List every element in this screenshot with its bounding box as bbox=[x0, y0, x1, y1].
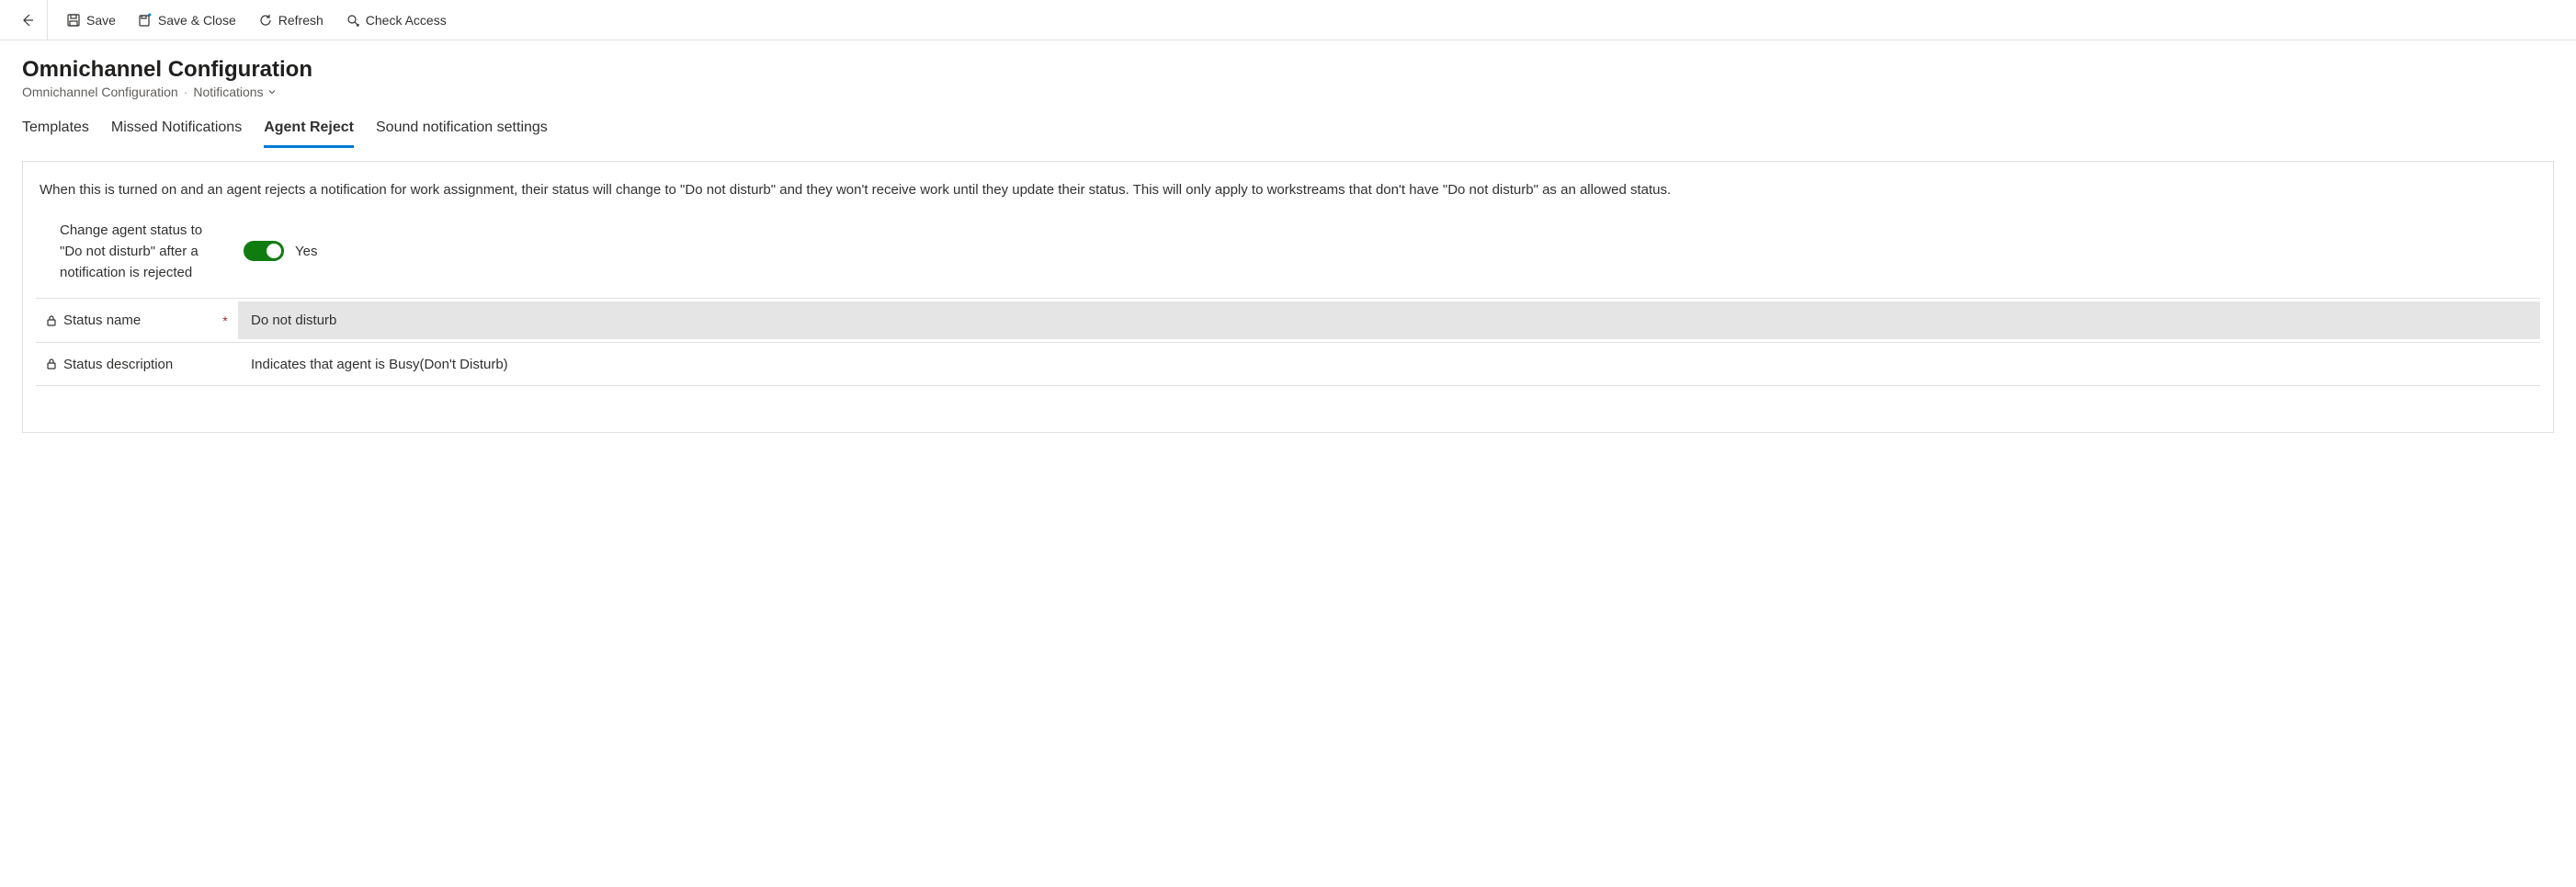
breadcrumb-entity: Omnichannel Configuration bbox=[22, 85, 178, 99]
breadcrumb-separator: · bbox=[184, 85, 188, 99]
tab-templates[interactable]: Templates bbox=[22, 119, 89, 148]
status-name-value: Do not disturb bbox=[238, 301, 2540, 339]
status-description-value: Indicates that agent is Busy(Don't Distu… bbox=[238, 346, 2540, 383]
lock-icon bbox=[45, 314, 58, 327]
back-button[interactable] bbox=[7, 0, 48, 40]
refresh-icon bbox=[258, 13, 273, 28]
refresh-button[interactable]: Refresh bbox=[247, 0, 335, 40]
tab-missed-notifications[interactable]: Missed Notifications bbox=[111, 119, 242, 148]
status-name-label: Status name bbox=[63, 313, 141, 328]
save-close-button[interactable]: Save & Close bbox=[127, 0, 247, 40]
required-indicator: * bbox=[220, 313, 231, 328]
save-label: Save bbox=[86, 13, 116, 28]
chevron-down-icon bbox=[267, 87, 277, 97]
status-description-label: Status description bbox=[63, 357, 173, 372]
breadcrumb-view-selector[interactable]: Notifications bbox=[193, 85, 276, 99]
toggle-value-text: Yes bbox=[295, 244, 317, 259]
check-access-icon bbox=[346, 13, 360, 28]
save-close-label: Save & Close bbox=[158, 13, 236, 28]
back-arrow-icon bbox=[20, 13, 35, 28]
content-panel: When this is turned on and an agent reje… bbox=[22, 161, 2554, 433]
field-table: Status name * Do not disturb Status desc… bbox=[36, 298, 2540, 386]
toggle-row: Change agent status to "Do not disturb" … bbox=[23, 214, 2553, 299]
tabs: Templates Missed Notifications Agent Rej… bbox=[0, 99, 2576, 148]
check-access-button[interactable]: Check Access bbox=[335, 0, 458, 40]
breadcrumb: Omnichannel Configuration · Notification… bbox=[22, 85, 2554, 99]
breadcrumb-view-label: Notifications bbox=[193, 85, 263, 99]
command-bar: Save Save & Close Refresh Check Access bbox=[0, 0, 2576, 40]
save-close-icon bbox=[138, 13, 153, 28]
page-title: Omnichannel Configuration bbox=[22, 57, 2554, 83]
toggle-label: Change agent status to "Do not disturb" … bbox=[60, 220, 207, 284]
lock-icon bbox=[45, 358, 58, 370]
dnd-toggle-switch[interactable] bbox=[244, 241, 284, 261]
page-header: Omnichannel Configuration Omnichannel Co… bbox=[0, 40, 2576, 99]
status-name-row: Status name * Do not disturb bbox=[36, 298, 2540, 342]
check-access-label: Check Access bbox=[366, 13, 447, 28]
tab-sound-settings[interactable]: Sound notification settings bbox=[376, 119, 548, 148]
status-description-row: Status description Indicates that agent … bbox=[36, 342, 2540, 386]
status-name-value-cell: * Do not disturb bbox=[220, 301, 2540, 339]
save-icon bbox=[66, 13, 81, 28]
status-description-label-cell: Status description bbox=[36, 357, 220, 372]
panel-description: When this is turned on and an agent reje… bbox=[23, 175, 2553, 214]
status-name-label-cell: Status name bbox=[36, 313, 220, 328]
status-description-value-cell: Indicates that agent is Busy(Don't Distu… bbox=[220, 346, 2540, 383]
toggle-knob bbox=[267, 244, 281, 258]
toggle-control: Yes bbox=[244, 241, 317, 261]
tab-agent-reject[interactable]: Agent Reject bbox=[264, 119, 354, 148]
save-button[interactable]: Save bbox=[55, 0, 127, 40]
refresh-label: Refresh bbox=[278, 13, 323, 28]
